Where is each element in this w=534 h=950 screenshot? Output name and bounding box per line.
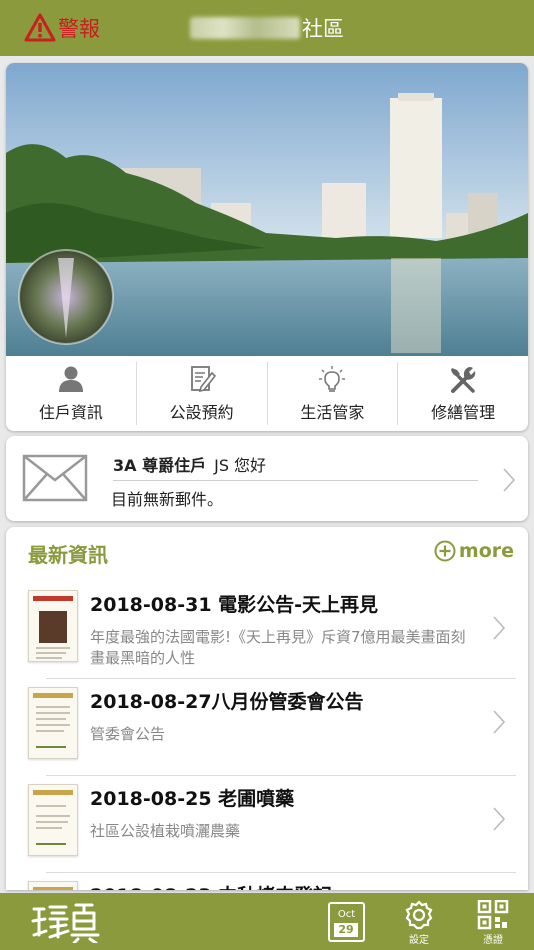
hero-image [6,63,528,356]
brand-logo [31,903,100,943]
news-headline: 2018-08-27八月份管委會公告 [90,691,364,713]
pass-label: 憑證 [483,935,503,946]
news-thumbnail [28,784,78,856]
shortcut-label: 生活管家 [300,402,365,422]
top-bar: 警報 社區 [0,0,534,56]
page-title: 社區 [190,14,344,42]
calendar-month: Oct [337,909,356,920]
warning-icon [24,13,56,42]
shortcut-resident-info[interactable]: 住戶資訊 [6,362,137,425]
divider [113,480,478,481]
news-headline: 2018-08-23 中秋烤肉登記 [90,881,332,890]
news-description: 管委會公告 [90,725,166,743]
bottom-bar: Oct 29 設定 憑證 [0,893,534,950]
settings-button[interactable]: 設定 [403,900,435,946]
shortcut-bar: 住戶資訊 公設預約 生活管家 修繕管理 [6,356,528,431]
shortcut-life-butler[interactable]: 生活管家 [268,362,399,425]
greeting: 3A 尊爵住戶 JS 您好 [113,452,266,476]
qr-code-icon [477,900,509,930]
news-card: 最新資訊 more 2018-08-31 電影公告-天上再見 年度最強的法國電影… [6,527,528,890]
tools-icon [451,366,476,393]
unit-label: 3A 尊爵住戶 [113,456,207,475]
shortcut-label: 修繕管理 [431,402,496,422]
shortcut-label: 公設預約 [169,402,234,422]
person-icon [58,366,83,392]
news-description: 社區公設植栽噴灑農藥 [90,822,241,840]
news-description: 年度最強的法國電影!《天上再見》斥資7億用最美畫面刻畫最黑暗的人性 [90,628,466,667]
mail-status: 目前無新郵件。 [111,490,224,509]
settings-label: 設定 [409,935,429,946]
shortcut-label: 住戶資訊 [38,402,103,422]
gear-icon [405,900,433,930]
news-thumbnail [28,687,78,759]
calendar-button[interactable]: Oct 29 [328,902,365,942]
more-button[interactable]: more [434,540,514,562]
community-name-redacted [190,17,300,39]
plus-circle-icon [434,540,456,562]
alarm-button[interactable]: 警報 [24,12,100,44]
news-item[interactable]: 2018-08-23 中秋烤肉登記 [6,873,528,890]
mail-card[interactable]: 3A 尊爵住戶 JS 您好 目前無新郵件。 [6,436,528,521]
user-greeting: JS 您好 [214,456,267,475]
edit-note-icon [190,365,216,392]
news-section-title: 最新資訊 [28,543,108,567]
shortcut-facility-booking[interactable]: 公設預約 [137,362,268,425]
chevron-right-icon [493,710,506,734]
more-label: more [458,540,514,562]
news-thumbnail [28,590,78,662]
news-item[interactable]: 2018-08-25 老圃噴藥 社區公設植栽噴灑農藥 [6,776,528,873]
title-suffix: 社區 [302,17,344,41]
news-thumbnail [28,881,78,890]
pass-button[interactable]: 憑證 [477,900,509,946]
alarm-label: 警報 [58,17,100,41]
news-item[interactable]: 2018-08-27八月份管委會公告 管委會公告 [6,679,528,776]
chevron-right-icon [493,616,506,640]
hero-card: 住戶資訊 公設預約 生活管家 修繕管理 [6,63,528,431]
lightbulb-icon [319,365,346,392]
envelope-icon [22,454,88,502]
news-headline: 2018-08-25 老圃噴藥 [90,788,295,810]
chevron-right-icon [493,807,506,831]
news-item[interactable]: 2018-08-31 電影公告-天上再見 年度最強的法國電影!《天上再見》斥資7… [6,582,528,679]
chevron-right-icon [503,468,516,492]
calendar-day: 29 [334,923,358,937]
shortcut-repair-management[interactable]: 修繕管理 [398,362,528,425]
news-headline: 2018-08-31 電影公告-天上再見 [90,594,379,616]
